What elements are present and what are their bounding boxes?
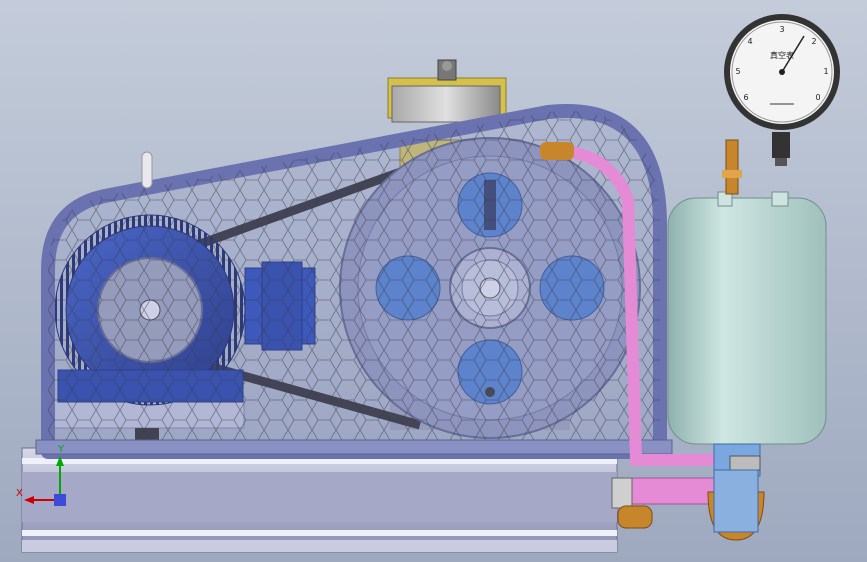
- lifting-handle: [141, 151, 153, 189]
- tank-outlet: [707, 443, 765, 541]
- gauge-tick-0: 0: [815, 93, 820, 102]
- gauge-tick-6: 6: [743, 93, 748, 102]
- gauge-tick-4: 4: [747, 37, 752, 46]
- gauge-tick-5: 5: [735, 67, 740, 76]
- vacuum-tank: [667, 191, 827, 445]
- gauge-tick-1: 1: [823, 67, 828, 76]
- axis-y-label: Y: [57, 444, 65, 455]
- base-rail: [21, 447, 618, 553]
- axis-x-label: X: [16, 488, 23, 499]
- gauge-tick-3: 3: [779, 25, 784, 34]
- vacuum-gauge: 0 1 2 3 4 5 6 真空表: [724, 14, 840, 130]
- gauge-tick-2: 2: [811, 37, 816, 46]
- pump-assembly-render: 0 1 2 3 4 5 6 真空表 X Y: [0, 0, 867, 562]
